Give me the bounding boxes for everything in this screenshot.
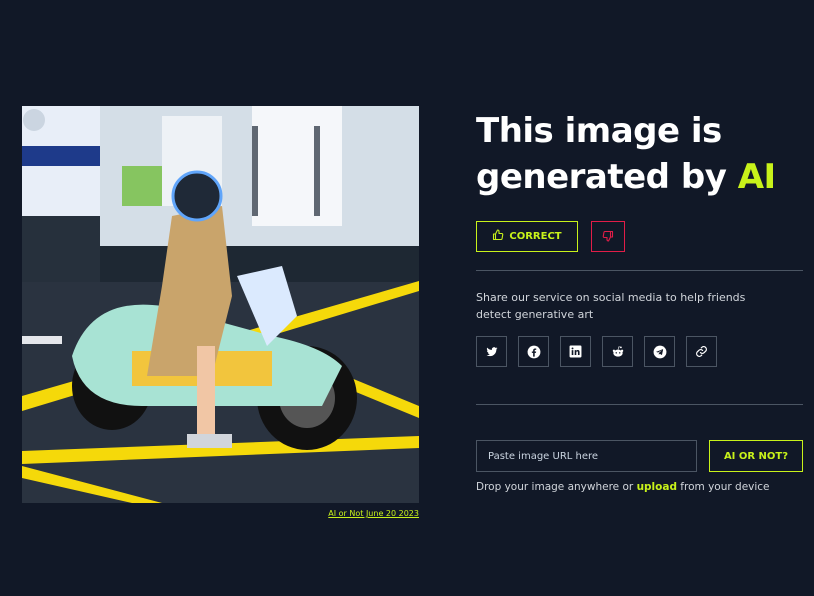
ai-or-not-button[interactable]: AI OR NOT? — [709, 440, 803, 472]
drop-prefix: Drop your image anywhere or — [476, 481, 637, 493]
link-icon — [696, 346, 707, 357]
share-twitter-button[interactable] — [476, 336, 507, 367]
correct-label: CORRECT — [509, 231, 562, 242]
linkedin-icon — [569, 345, 582, 358]
headline-prefix: generated by — [476, 157, 738, 197]
correct-button[interactable]: CORRECT — [476, 221, 578, 252]
divider — [476, 270, 803, 271]
copy-link-button[interactable] — [686, 336, 717, 367]
share-description: Share our service on social media to hel… — [476, 291, 746, 321]
share-telegram-button[interactable] — [644, 336, 675, 367]
share-reddit-button[interactable] — [602, 336, 633, 367]
thumbs-up-icon — [492, 229, 504, 244]
image-url-input[interactable] — [476, 440, 697, 472]
facebook-icon — [527, 345, 540, 358]
thumbs-down-icon — [602, 227, 614, 246]
drop-instructions: Drop your image anywhere or upload from … — [476, 481, 806, 493]
headline-highlight: AI — [737, 157, 776, 197]
twitter-icon — [486, 346, 497, 356]
share-facebook-button[interactable] — [518, 336, 549, 367]
share-linkedin-button[interactable] — [560, 336, 591, 367]
reddit-icon — [612, 345, 623, 357]
headline-line-2: generated by AI — [476, 154, 806, 200]
uploaded-image — [22, 106, 419, 503]
result-headline: This image is generated by AI — [476, 108, 806, 200]
image-caption-link[interactable]: AI or Not June 20 2023 — [22, 509, 419, 518]
telegram-icon — [653, 345, 666, 358]
social-share-bar — [476, 336, 717, 367]
drop-suffix: from your device — [676, 481, 770, 493]
divider — [476, 404, 803, 405]
headline-line-1: This image is — [476, 111, 722, 151]
upload-link[interactable]: upload — [637, 481, 677, 493]
incorrect-button[interactable] — [591, 221, 625, 252]
